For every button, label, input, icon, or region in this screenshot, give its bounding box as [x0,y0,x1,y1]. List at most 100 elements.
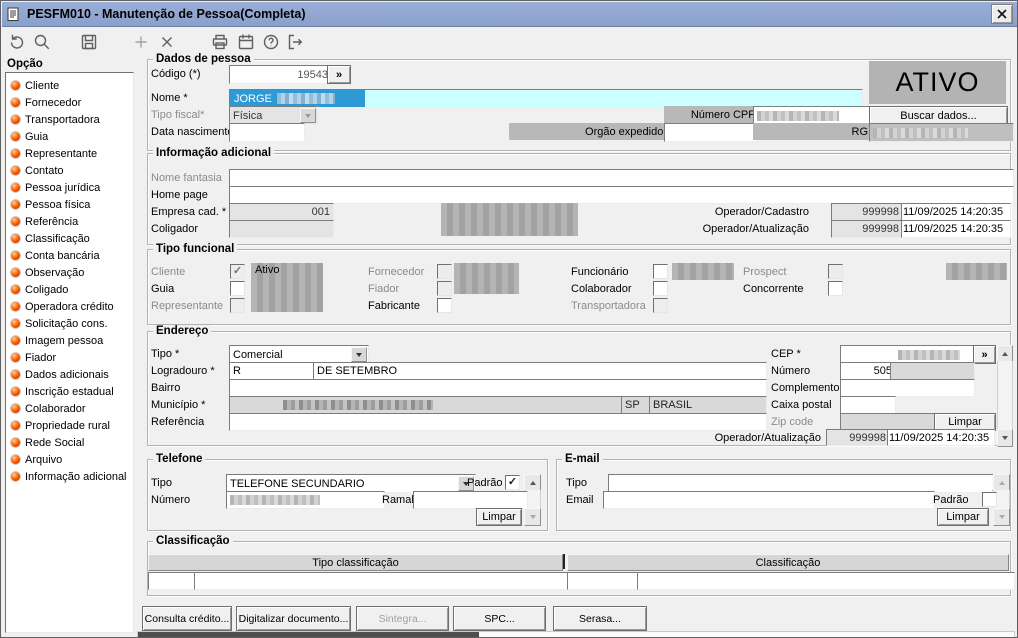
classificacao-header[interactable]: Classificação [567,554,1009,571]
tipo-classificacao-header[interactable]: Tipo classificação [148,554,563,571]
undo-icon[interactable] [7,32,27,52]
scrollbar-track[interactable] [997,361,1013,429]
classificacao-codigo-cell[interactable] [567,572,643,590]
print-icon[interactable] [210,32,230,52]
concorrente-checkbox[interactable] [828,281,843,296]
horizontal-scrollbar-thumb[interactable] [138,632,479,637]
sidebar-item-guia[interactable]: Guia [6,128,133,145]
telefone-numero-field[interactable] [226,491,385,509]
logradouro-field[interactable]: DE SETEMBRO [313,362,767,380]
home-page-label: Home page [151,189,208,201]
help-icon[interactable] [261,32,281,52]
bullet-icon [11,217,20,226]
classificacao-cell[interactable] [637,572,1015,590]
ramal-field[interactable] [413,491,528,509]
sidebar-item-informacao-adicional[interactable]: Informação adicional [6,468,133,485]
empresa-cad-field[interactable]: 001 [229,203,334,221]
title-bar[interactable]: PESFM010 - Manutenção de Pessoa(Completa… [2,2,1017,27]
data-nascimento-field[interactable] [229,123,305,142]
colaborador-checkbox[interactable] [653,281,668,296]
referencia-field[interactable] [229,413,767,431]
uf-field[interactable]: SP [621,396,652,414]
scroll-down-icon[interactable] [524,508,541,526]
consulta-credito-button[interactable]: Consulta crédito... [142,606,232,631]
cep-lookup-button[interactable]: » [973,345,996,364]
sidebar-item-classificacao[interactable]: Classificação [6,230,133,247]
sidebar-item-referencia[interactable]: Referência [6,213,133,230]
chevron-down-icon[interactable] [351,347,367,362]
sidebar-item-operadora-credito[interactable]: Operadora crédito [6,298,133,315]
logradouro-prefixo-field[interactable]: R [229,362,319,380]
spc-button[interactable]: SPC... [453,606,546,631]
caixa-postal-field[interactable] [840,396,896,414]
sidebar-item-conta-bancaria[interactable]: Conta bancária [6,247,133,264]
sidebar-item-pessoa-fisica[interactable]: Pessoa física [6,196,133,213]
scroll-down-icon[interactable] [997,429,1013,447]
sidebar-item-fiador[interactable]: Fiador [6,349,133,366]
sidebar-item-observacao[interactable]: Observação [6,264,133,281]
complemento-field[interactable] [840,379,975,397]
limpar-email-button[interactable]: Limpar [937,508,989,526]
orgao-expedidor-field[interactable] [664,123,758,142]
sidebar-item-rede-social[interactable]: Rede Social [6,434,133,451]
search-icon[interactable] [32,32,52,52]
email-padrao-checkbox[interactable] [982,492,997,507]
sidebar-item-arquivo[interactable]: Arquivo [6,451,133,468]
save-icon[interactable] [79,32,99,52]
guia-checkbox[interactable] [230,281,245,296]
municipio-field[interactable] [229,396,623,414]
sidebar-list[interactable]: Cliente Fornecedor Transportadora Guia R… [5,72,134,633]
fiador-checkbox[interactable] [437,281,452,296]
bullet-icon [11,268,20,277]
coligador-field[interactable] [229,220,334,238]
sidebar-item-representante[interactable]: Representante [6,145,133,162]
serasa-button[interactable]: Serasa... [553,606,647,631]
pais-field[interactable]: BRASIL [649,396,767,414]
sidebar-item-dados-adicionais[interactable]: Dados adicionais [6,366,133,383]
fornecedor-checkbox[interactable] [437,264,452,279]
horizontal-scrollbar[interactable] [137,631,1015,637]
cliente-checkbox[interactable] [230,264,245,279]
chevron-down-icon[interactable] [300,108,316,123]
sidebar-item-propriedade-rural[interactable]: Propriedade rural [6,417,133,434]
codigo-lookup-button[interactable]: » [327,65,351,84]
transportadora-checkbox[interactable] [653,298,668,313]
bairro-field[interactable] [229,379,767,397]
funcionario-checkbox[interactable] [653,264,668,279]
sidebar-item-colaborador[interactable]: Colaborador [6,400,133,417]
sidebar-item-imagem-pessoa[interactable]: Imagem pessoa [6,332,133,349]
sidebar-item-contato[interactable]: Contato [6,162,133,179]
sidebar-item-cliente[interactable]: Cliente [6,77,133,94]
sidebar-item-fornecedor[interactable]: Fornecedor [6,94,133,111]
numero-endereco-field[interactable]: 505 [840,362,896,380]
prospect-checkbox[interactable] [828,264,843,279]
add-icon[interactable] [131,32,151,52]
tipo-classificacao-cell[interactable] [194,572,569,590]
nome-fantasia-field[interactable] [229,169,1014,187]
sidebar-item-transportadora[interactable]: Transportadora [6,111,133,128]
delete-icon[interactable] [157,32,177,52]
limpar-telefone-button[interactable]: Limpar [476,508,522,526]
telefone-padrao-checkbox[interactable] [505,475,520,490]
sidebar-item-pessoa-juridica[interactable]: Pessoa jurídica [6,179,133,196]
sidebar-item-inscricao-estadual[interactable]: Inscrição estadual [6,383,133,400]
codigo-field[interactable]: 19543 [229,65,332,84]
email-field[interactable] [603,491,935,509]
sintegra-button[interactable]: Sintegra... [356,606,449,631]
bullet-icon [11,421,20,430]
bullet-icon [11,149,20,158]
calendar-icon[interactable] [236,32,256,52]
scroll-down-icon[interactable] [993,508,1010,526]
orgao-expedidor-label: Orgão expedidor [509,123,672,140]
digitalizar-documento-button[interactable]: Digitalizar documento... [236,606,351,631]
representante-checkbox[interactable] [230,298,245,313]
fabricante-checkbox[interactable] [437,298,452,313]
rg-field[interactable] [869,123,1014,142]
tipo-classificacao-codigo-cell[interactable] [148,572,200,590]
exit-icon[interactable] [285,32,305,52]
sidebar-item-coligado[interactable]: Coligado [6,281,133,298]
home-page-field[interactable] [229,186,1014,204]
sidebar-item-solicitacao-cons[interactable]: Solicitação cons. [6,315,133,332]
close-window-button[interactable] [991,4,1013,24]
ramal-label: Ramal [382,494,414,506]
